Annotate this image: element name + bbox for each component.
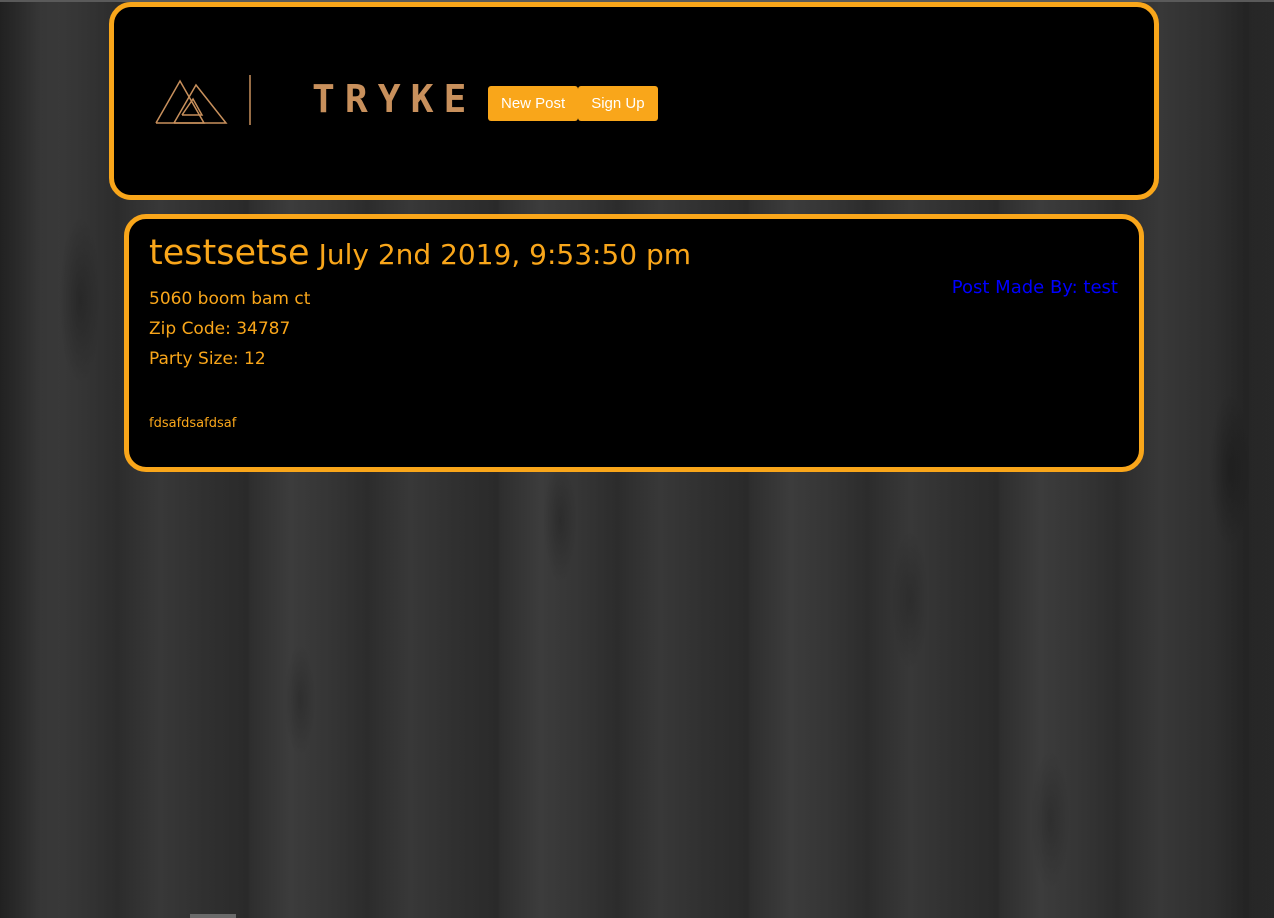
bottom-edge bbox=[190, 914, 236, 918]
post-heading: testsetse July 2nd 2019, 9:53:50 pm bbox=[149, 233, 691, 273]
sign-up-button[interactable]: Sign Up bbox=[578, 86, 658, 121]
post-author-link[interactable]: Post Made By: test bbox=[952, 277, 1118, 298]
post-zip-code: Zip Code: 34787 bbox=[149, 319, 291, 339]
triangle-logo-icon bbox=[155, 75, 251, 125]
post-date: July 2nd 2019, 9:53:50 pm bbox=[318, 238, 692, 271]
post-title: testsetse bbox=[149, 233, 310, 273]
site-header: TRYKE New Post Sign Up bbox=[109, 2, 1159, 200]
post-address: 5060 boom bam ct bbox=[149, 289, 311, 309]
new-post-button[interactable]: New Post bbox=[488, 86, 579, 121]
post-card: testsetse July 2nd 2019, 9:53:50 pm Post… bbox=[124, 214, 1144, 472]
main-nav: New Post Sign Up bbox=[488, 86, 658, 121]
logo-wordmark: TRYKE bbox=[312, 77, 477, 121]
post-party-size: Party Size: 12 bbox=[149, 349, 266, 369]
site-logo[interactable]: TRYKE bbox=[154, 73, 466, 129]
post-body-text: fdsafdsafdsaf bbox=[149, 416, 237, 431]
